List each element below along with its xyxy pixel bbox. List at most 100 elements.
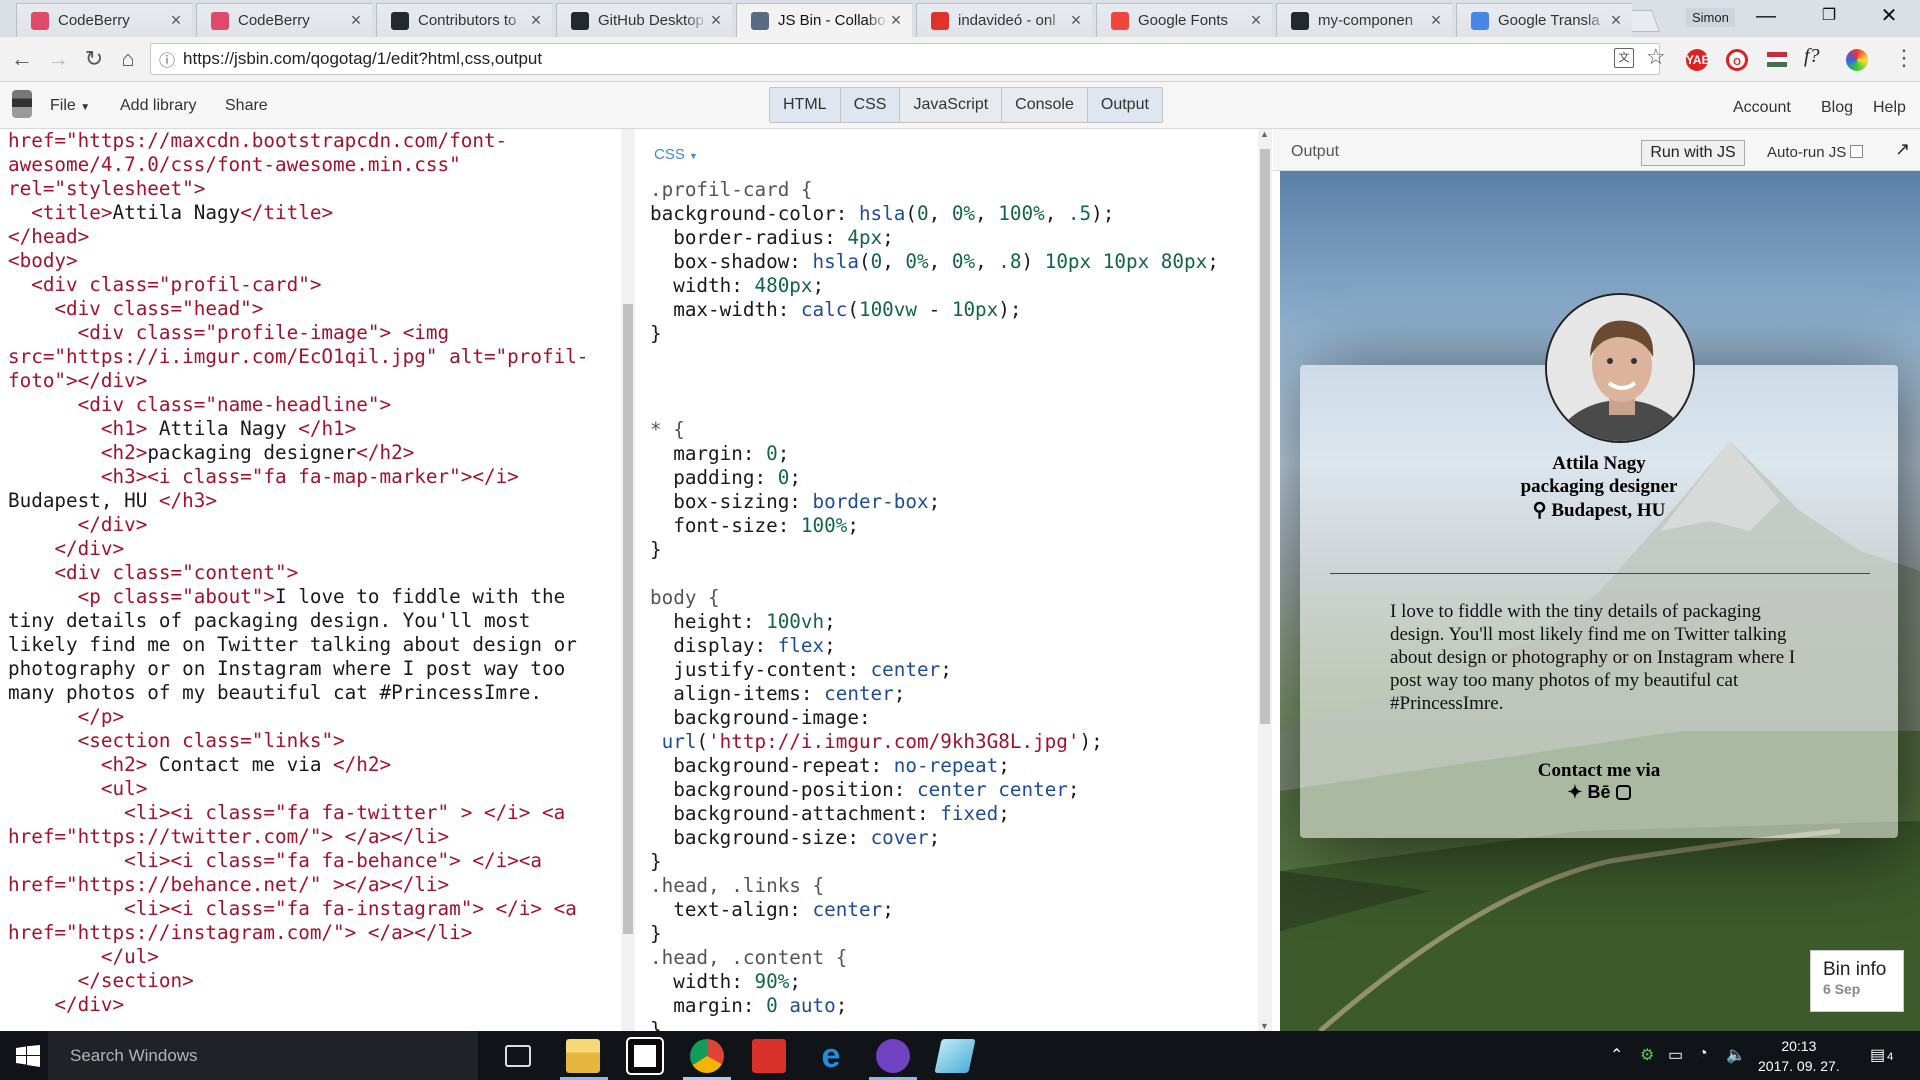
font-finder-icon[interactable]: f? (1804, 45, 1820, 68)
action-center-icon[interactable]: ▤ 4 (1870, 1045, 1893, 1065)
output-label: Output (1291, 143, 1340, 160)
home-icon[interactable]: ⌂ (114, 45, 142, 73)
opera-extension-icon[interactable]: O (1726, 49, 1748, 71)
chrome-icon[interactable] (690, 1039, 724, 1073)
colorpicker-extension-icon[interactable] (1846, 49, 1868, 71)
css-editor-scrollbar[interactable]: ▲ ▼ (1258, 129, 1272, 1031)
account-link[interactable]: Account (1733, 99, 1791, 117)
close-tab-icon[interactable]: × (1068, 10, 1084, 31)
panel-tab-output[interactable]: Output (1087, 88, 1162, 122)
store-icon[interactable] (626, 1037, 664, 1075)
instagram-icon[interactable] (1615, 785, 1631, 800)
clock[interactable]: 20:13 2017. 09. 27. (1758, 1036, 1840, 1076)
info-icon[interactable]: ⓘ (159, 47, 175, 71)
profile-button[interactable]: Simon (1686, 8, 1735, 27)
hungarian-flag-icon[interactable] (1767, 52, 1787, 67)
css-preprocessor-dropdown[interactable]: CSS ▼ (654, 143, 698, 168)
panel-tab-javascript[interactable]: JavaScript (900, 88, 1003, 122)
close-window-icon[interactable]: ✕ (1860, 0, 1918, 34)
show-hidden-icons[interactable]: ⌃ (1610, 1045, 1623, 1065)
close-tab-icon[interactable]: × (348, 10, 364, 31)
code-token: </div> (8, 513, 148, 536)
codeberry-icon (211, 11, 229, 30)
code-token: Contact me via (147, 753, 334, 776)
open-output-icon[interactable]: ↗ (1895, 139, 1910, 160)
code-line: background-color: hsla(0, 0%, 100%, .5); (650, 202, 1250, 226)
code-line: } (650, 538, 1250, 562)
forward-icon[interactable]: → (44, 45, 72, 73)
bin-info-panel[interactable]: Bin info 6 Sep (1810, 950, 1904, 1012)
chrome-menu-icon[interactable]: ⋮ (1893, 45, 1915, 71)
close-tab-icon[interactable]: × (528, 10, 544, 31)
html-editor[interactable]: href="https://maxcdn.bootstrapcdn.com/fo… (0, 129, 608, 1031)
battery-icon[interactable]: ▭ (1668, 1045, 1683, 1065)
add-library-menu[interactable]: Add library (120, 97, 196, 115)
browser-tab[interactable]: GitHub Desktop × (556, 3, 732, 37)
code-token: 0 (766, 994, 778, 1017)
windows-start-icon[interactable] (16, 1045, 40, 1067)
google-fonts-icon (1111, 11, 1129, 30)
browser-tab[interactable]: Contributors to × (376, 3, 552, 37)
volume-icon[interactable]: 🔈 (1726, 1045, 1746, 1065)
code-line: url('http://i.imgur.com/9kh3G8L.jpg'); (650, 730, 1250, 754)
blog-link[interactable]: Blog (1821, 99, 1853, 117)
panel-tab-css[interactable]: CSS (840, 88, 901, 122)
yab-extension-icon[interactable]: YAB (1686, 49, 1710, 71)
code-token: class="fa fa-twitter" (205, 801, 450, 824)
wifi-icon[interactable]: ◔ (1698, 1045, 1708, 1063)
browser-tab[interactable]: Google Fonts × (1096, 3, 1272, 37)
twitter-icon[interactable]: ✦ (1567, 782, 1582, 802)
panel-tab-console[interactable]: Console (1002, 88, 1088, 122)
share-menu[interactable]: Share (225, 97, 268, 115)
minimize-icon[interactable]: — (1737, 0, 1795, 34)
browser-tab[interactable]: my-componen × (1276, 3, 1452, 37)
edge-icon[interactable]: e (814, 1039, 848, 1073)
translate-icon[interactable]: 文 (1614, 48, 1634, 68)
back-icon[interactable]: ← (8, 45, 36, 73)
code-line: width: 90%; (650, 970, 1250, 994)
close-tab-icon[interactable]: × (1428, 10, 1444, 31)
task-view-icon[interactable] (505, 1045, 531, 1067)
search-windows-box[interactable]: Search Windows (48, 1031, 478, 1080)
css-editor[interactable]: CSS ▼ .profil-card {background-color: hs… (636, 129, 1258, 1031)
browser-tab[interactable]: CodeBerry × (196, 3, 372, 37)
close-tab-icon[interactable]: × (168, 10, 184, 31)
code-token: , (975, 250, 999, 273)
help-link[interactable]: Help (1873, 99, 1906, 117)
code-line: tiny details of packaging design. You'll… (8, 609, 608, 633)
address-bar[interactable]: ⓘ https://jsbin.com/qogotag/1/edit?html,… (150, 43, 1660, 75)
auto-run-js-checkbox[interactable]: Auto-run JS (1767, 144, 1864, 161)
code-line: margin: 0 auto; (650, 994, 1250, 1018)
close-tab-icon[interactable]: × (1608, 10, 1624, 31)
file-menu[interactable]: File ▼ (50, 97, 90, 115)
html-editor-scrollbar[interactable] (621, 129, 635, 1031)
code-token: 0 (766, 442, 778, 465)
code-token: likely find me on Twitter talking about … (8, 633, 577, 656)
close-tab-icon[interactable]: × (1248, 10, 1264, 31)
network-sync-icon[interactable]: ⚙ (1640, 1045, 1654, 1065)
reload-icon[interactable]: ↻ (80, 45, 108, 73)
browser-tab[interactable]: CodeBerry × (16, 3, 192, 37)
code-token: } (650, 538, 662, 561)
close-tab-icon[interactable]: × (708, 10, 724, 31)
code-token: .profil-card { (650, 178, 813, 201)
file-explorer-icon[interactable] (566, 1039, 600, 1073)
browser-tab[interactable]: Google Transla × (1456, 3, 1632, 37)
close-tab-icon[interactable]: × (888, 10, 904, 31)
restore-icon[interactable]: ❐ (1800, 0, 1858, 34)
github-desktop-icon[interactable] (876, 1039, 910, 1073)
code-token: 10px (951, 298, 999, 321)
notepad-icon[interactable] (934, 1039, 976, 1073)
browser-tab-label: indavideó - onl (958, 12, 1056, 29)
behance-icon[interactable]: Bē (1588, 782, 1611, 802)
gift-app-icon[interactable] (752, 1039, 786, 1073)
browser-tab[interactable]: indavideó - onl × (916, 3, 1092, 37)
css-code[interactable]: .profil-card {background-color: hsla(0, … (650, 178, 1250, 1031)
panel-tab-html[interactable]: HTML (770, 88, 841, 122)
code-token: <h2> (8, 753, 148, 776)
code-token: - (917, 298, 952, 321)
run-with-js-button[interactable]: Run with JS (1641, 140, 1745, 166)
jsbin-logo-icon[interactable] (12, 90, 32, 118)
browser-tab[interactable]: JS Bin - Collabo × (736, 3, 912, 37)
bookmark-star-icon[interactable]: ☆ (1646, 44, 1666, 70)
